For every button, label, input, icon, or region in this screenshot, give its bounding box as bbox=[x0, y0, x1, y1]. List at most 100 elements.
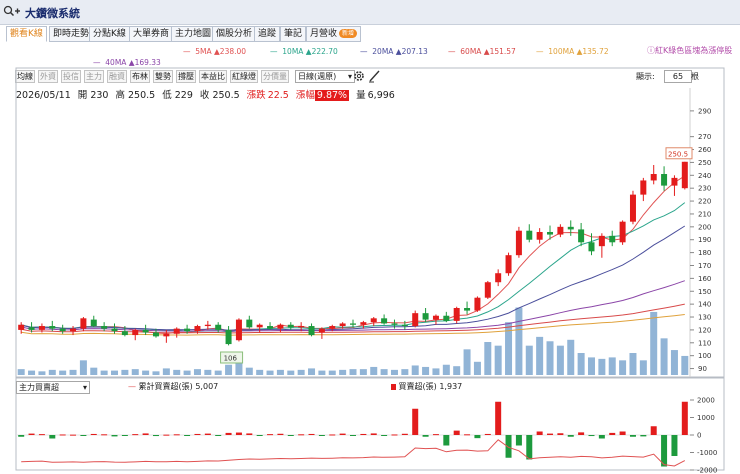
candle-body bbox=[567, 226, 574, 230]
ma-line bbox=[21, 202, 686, 333]
candle-body bbox=[215, 324, 222, 330]
volume-bar bbox=[225, 364, 233, 375]
flow-bar bbox=[163, 434, 170, 436]
flow-bar bbox=[578, 432, 585, 435]
volume-bar bbox=[214, 370, 222, 375]
candle-body bbox=[412, 313, 419, 327]
volume-bar bbox=[380, 369, 388, 375]
volume-bar bbox=[69, 369, 77, 375]
flow-bar bbox=[391, 434, 398, 436]
candle-body bbox=[49, 326, 56, 329]
flow-bar bbox=[484, 433, 491, 435]
volume-bar bbox=[432, 368, 440, 375]
candle-body bbox=[640, 180, 647, 195]
volume-bar bbox=[297, 369, 305, 375]
price-tick-label: 190 bbox=[698, 236, 711, 244]
flow-bar bbox=[598, 435, 605, 439]
volume-bar bbox=[59, 370, 67, 375]
flow-bar bbox=[619, 431, 626, 435]
candle-body bbox=[619, 221, 626, 243]
flow-bar bbox=[412, 408, 419, 435]
candle-body bbox=[339, 323, 346, 327]
candle-body bbox=[142, 329, 149, 333]
flow-bar bbox=[18, 435, 25, 437]
volume-bar bbox=[173, 369, 181, 375]
candle-body bbox=[90, 319, 97, 327]
flow-bar bbox=[474, 435, 481, 439]
volume-bar bbox=[608, 357, 616, 375]
candle-body bbox=[671, 177, 678, 186]
flow-bar bbox=[381, 435, 388, 436]
flow-bar bbox=[28, 433, 35, 435]
price-tick-label: 220 bbox=[698, 198, 711, 206]
flow-bar bbox=[49, 435, 56, 439]
candle-body bbox=[121, 331, 128, 336]
volume-bar bbox=[567, 339, 575, 375]
volume-bar bbox=[453, 366, 461, 375]
volume-bar bbox=[183, 370, 191, 375]
candle-body bbox=[329, 326, 336, 329]
flow-bar bbox=[443, 435, 450, 446]
candle-body bbox=[588, 242, 595, 252]
candle-body bbox=[526, 230, 533, 240]
flow-bar bbox=[547, 433, 554, 435]
flow-bar bbox=[464, 434, 471, 436]
volume-bar bbox=[556, 345, 564, 375]
flow-bar bbox=[80, 435, 87, 436]
volume-bar bbox=[266, 370, 274, 375]
volume-bar bbox=[339, 369, 347, 375]
flow-bar bbox=[526, 435, 533, 460]
flow-bar bbox=[246, 433, 253, 435]
volume-bar bbox=[515, 307, 523, 375]
flow-bar bbox=[38, 434, 45, 436]
flow-bar bbox=[609, 432, 616, 435]
price-tick-label: 290 bbox=[698, 107, 711, 115]
volume-bar bbox=[38, 371, 46, 375]
candle-body bbox=[578, 229, 585, 243]
flow-bar bbox=[515, 435, 522, 446]
flow-bar bbox=[350, 435, 356, 436]
volume-bar bbox=[100, 370, 108, 375]
price-tick-label: 260 bbox=[698, 146, 711, 154]
flow-bar bbox=[59, 434, 66, 436]
price-tick-label: 270 bbox=[698, 133, 711, 141]
candle-body bbox=[505, 255, 512, 274]
volume-bar bbox=[577, 353, 585, 375]
flow-bar bbox=[640, 435, 647, 437]
flow-bar bbox=[681, 401, 688, 435]
flow-bar bbox=[256, 435, 263, 436]
candle-body bbox=[629, 194, 636, 222]
volume-bar bbox=[131, 369, 139, 375]
price-chart[interactable]: 290 270 260 250 240 230 220 210 200 190 180 170 160 1… bbox=[0, 0, 740, 474]
candle-body bbox=[204, 324, 211, 327]
candle-body bbox=[681, 161, 688, 189]
flow-bar bbox=[339, 433, 346, 435]
candle-body bbox=[70, 328, 77, 332]
volume-bar bbox=[193, 369, 201, 375]
candle-body bbox=[401, 324, 408, 327]
indicator-select[interactable]: 主力買賣超 ▾ bbox=[16, 381, 90, 394]
flow-bar bbox=[308, 433, 315, 435]
candle-body bbox=[370, 318, 377, 323]
price-tick-label: 110 bbox=[698, 339, 711, 347]
candle-body bbox=[557, 226, 564, 235]
volume-bar bbox=[48, 369, 56, 375]
price-tick-label: 170 bbox=[698, 262, 711, 270]
volume-bar bbox=[639, 360, 647, 375]
flow-bar bbox=[318, 435, 325, 436]
volume-bar bbox=[629, 353, 637, 375]
flow-bar bbox=[235, 432, 242, 435]
candle-body bbox=[609, 235, 616, 243]
volume-bar bbox=[598, 358, 606, 375]
candle-body bbox=[381, 318, 388, 324]
flow-bar bbox=[453, 430, 460, 435]
cum-legend: — 累計買賣超(張) 5,007 bbox=[128, 382, 219, 391]
candle-body bbox=[59, 328, 66, 332]
candle-body bbox=[132, 329, 139, 336]
candle-body bbox=[308, 326, 315, 336]
price-tick-label: 160 bbox=[698, 275, 711, 283]
flow-bar bbox=[267, 434, 274, 436]
candle-body bbox=[298, 326, 305, 328]
flow-bar bbox=[70, 434, 77, 436]
volume-bar bbox=[152, 371, 160, 375]
